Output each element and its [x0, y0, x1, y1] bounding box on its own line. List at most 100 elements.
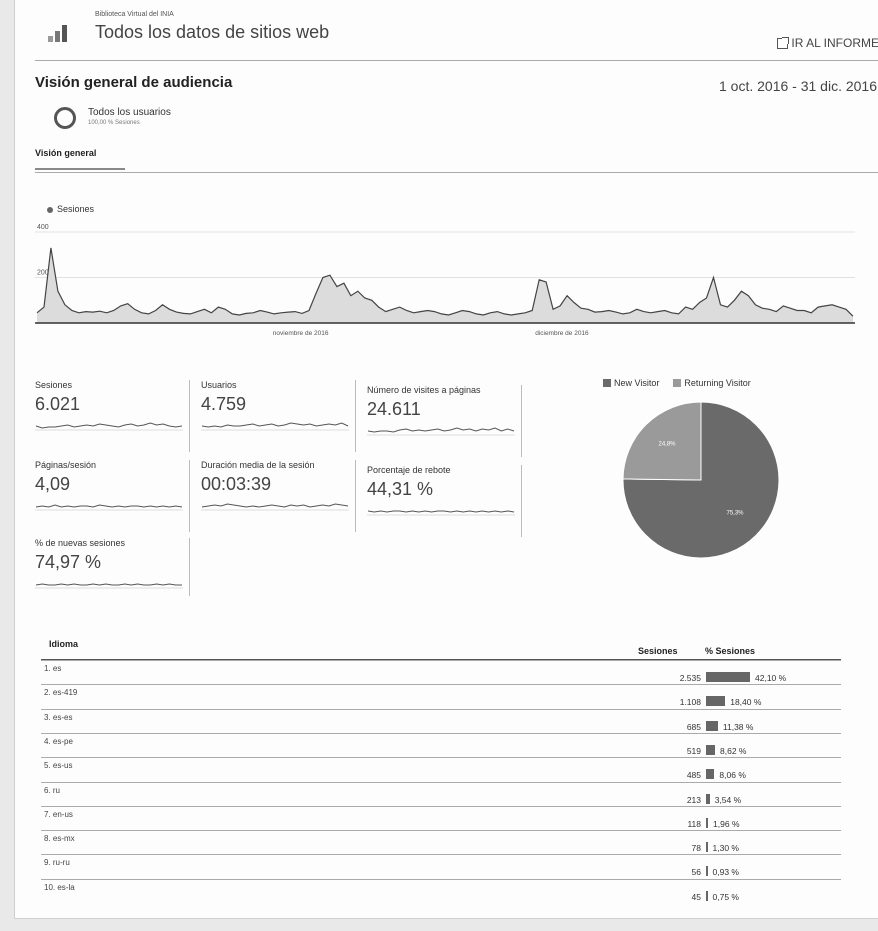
- metric-sparkline: [35, 422, 183, 431]
- table-row[interactable]: 3. es-es 685 11,38 %: [41, 708, 841, 732]
- row-share-bar: [706, 817, 709, 828]
- row-language[interactable]: 4. es-pe: [44, 737, 73, 746]
- row-language[interactable]: 8. es-mx: [44, 834, 75, 843]
- row-share-bar: [706, 793, 710, 804]
- row-pct: 18,40 %: [730, 697, 762, 708]
- pie-slice-label: 75,3%: [726, 510, 744, 516]
- metric-sparkline: [35, 583, 183, 589]
- row-share-bar: [706, 842, 708, 853]
- report-title: Todos los datos de sitios web: [95, 22, 330, 42]
- row-sessions: 1.108: [679, 697, 701, 708]
- metric-sparkline: [35, 504, 183, 511]
- row-share-bar: [706, 672, 750, 682]
- row-sessions: 118: [687, 818, 701, 829]
- table-row[interactable]: 9. ru-ru 56 0,93 %: [41, 854, 841, 877]
- table-row[interactable]: 5. es-us 485 8,06 %: [41, 757, 841, 780]
- x-tick-label: diciembre de 2016: [535, 330, 589, 337]
- row-share-bar: [706, 890, 708, 901]
- row-pct: 11,38 %: [722, 721, 754, 732]
- metric-label: Usuarios: [201, 380, 237, 390]
- metric-bounce-rate[interactable]: Porcentaje de rebote 44,31 %: [367, 465, 522, 537]
- row-sessions: 2.535: [679, 673, 701, 683]
- metric-label: Número de visites a páginas: [367, 385, 481, 395]
- row-language[interactable]: 9. ru-ru: [44, 858, 70, 867]
- row-language[interactable]: 10. es-la: [44, 883, 75, 892]
- metric-value: 4,09: [35, 474, 71, 494]
- row-language[interactable]: 6. ru: [44, 786, 60, 795]
- row-language[interactable]: 7. en-us: [44, 810, 73, 819]
- header-divider: [35, 60, 878, 61]
- row-pct: 1,30 %: [712, 843, 739, 854]
- row-language[interactable]: 1. es: [44, 664, 61, 673]
- y-tick-label: 400: [37, 224, 49, 231]
- table-row[interactable]: 7. en-us 118 1,96 %: [41, 805, 841, 829]
- metric-value: 74,97 %: [35, 552, 102, 572]
- metric-sessions[interactable]: Sesiones 6.021: [35, 380, 190, 452]
- metric-sparkline: [367, 510, 515, 516]
- metric-new-sessions[interactable]: % de nuevas sesiones 74,97 %: [35, 538, 190, 596]
- go-to-report-button[interactable]: IR AL INFORME: [777, 36, 878, 50]
- metric-label: Páginas/sesión: [35, 460, 97, 470]
- row-pct: 8,62 %: [720, 745, 747, 756]
- row-sessions: 78: [691, 843, 701, 854]
- metric-value: 00:03:39: [201, 474, 272, 494]
- table-row[interactable]: 8. es-mx 78 1,30 %: [41, 830, 841, 853]
- metric-value: 24.611: [367, 399, 421, 419]
- property-name: Biblioteca Virtual del INIA: [95, 11, 174, 18]
- column-header-pct-sessions[interactable]: % Sesiones: [705, 646, 755, 656]
- go-to-report-label: IR AL INFORME: [791, 36, 878, 50]
- date-range[interactable]: 1 oct. 2016 - 31 dic. 2016: [719, 78, 877, 94]
- metric-label: Sesiones: [35, 380, 73, 390]
- page-title: Visión general de audiencia: [35, 74, 233, 91]
- metric-pages-per-session[interactable]: Páginas/sesión 4,09: [35, 460, 190, 532]
- segment-circle-icon: [54, 107, 76, 129]
- row-share-bar: [706, 744, 715, 755]
- row-share-bar: [706, 769, 715, 780]
- row-language[interactable]: 5. es-us: [44, 761, 72, 770]
- metric-avg-session-duration[interactable]: Duración media de la sesión 00:03:39: [201, 460, 356, 532]
- row-sessions: 56: [691, 867, 701, 878]
- row-pct: 8,06 %: [719, 770, 746, 781]
- legend-returning-visitor[interactable]: Returning Visitor: [673, 378, 751, 388]
- metric-label: Porcentaje de rebote: [367, 465, 451, 475]
- tab-overview[interactable]: Visión general: [35, 148, 125, 170]
- row-sessions: 685: [686, 721, 701, 732]
- swatch-icon: [603, 379, 611, 387]
- metric-value: 6.021: [35, 394, 81, 414]
- external-link-icon: [777, 36, 790, 49]
- row-language[interactable]: 2. es-419: [44, 688, 77, 697]
- row-pct: 0,75 %: [712, 891, 739, 902]
- table-row[interactable]: 2. es-419 1.108 18,40 %: [41, 684, 841, 707]
- sessions-area: [37, 247, 853, 323]
- row-language[interactable]: 3. es-es: [44, 713, 72, 722]
- legend-new-visitor[interactable]: New Visitor: [603, 378, 659, 388]
- row-sessions: 213: [686, 794, 701, 805]
- row-sessions: 519: [686, 745, 701, 756]
- x-tick-label: noviembre de 2016: [273, 330, 329, 337]
- visitor-pie-chart: 75,3% 24,8%: [622, 401, 780, 559]
- pie-legend: New Visitor Returning Visitor: [603, 378, 751, 388]
- row-share-bar: [706, 866, 708, 877]
- metric-users[interactable]: Usuarios 4.759: [201, 380, 356, 452]
- metric-pageviews[interactable]: Número de visites a páginas 24.611: [367, 385, 522, 457]
- metric-label: % de nuevas sesiones: [35, 538, 126, 548]
- segment-name[interactable]: Todos los usuarios: [88, 107, 171, 118]
- column-header-sessions[interactable]: Sesiones: [638, 646, 678, 656]
- row-pct: 3,54 %: [714, 794, 742, 805]
- report-sheet: Biblioteca Virtual del INIA Todos los da…: [14, 0, 878, 919]
- table-row[interactable]: 4. es-pe 519 8,62 %: [41, 732, 841, 756]
- table-row[interactable]: 1. es 2.535 42,10 %: [41, 660, 841, 683]
- metric-value: 44,31 %: [367, 479, 434, 499]
- row-share-bar: [706, 720, 718, 731]
- pie-slice-label: 24,8%: [658, 442, 676, 448]
- segment-subtitle: 100,00 % Sesiones: [88, 120, 140, 126]
- column-header-language[interactable]: Idioma: [49, 639, 78, 649]
- metric-label: Duración media de la sesión: [201, 460, 315, 470]
- metric-sparkline: [201, 422, 349, 431]
- table-row[interactable]: 10. es-la 45 0,75 %: [41, 878, 841, 902]
- swatch-icon: [673, 379, 682, 387]
- row-sessions: 45: [691, 891, 701, 902]
- metric-sparkline: [367, 427, 515, 436]
- tab-divider: [35, 172, 878, 173]
- table-row[interactable]: 6. ru 213 3,54 %: [41, 781, 841, 805]
